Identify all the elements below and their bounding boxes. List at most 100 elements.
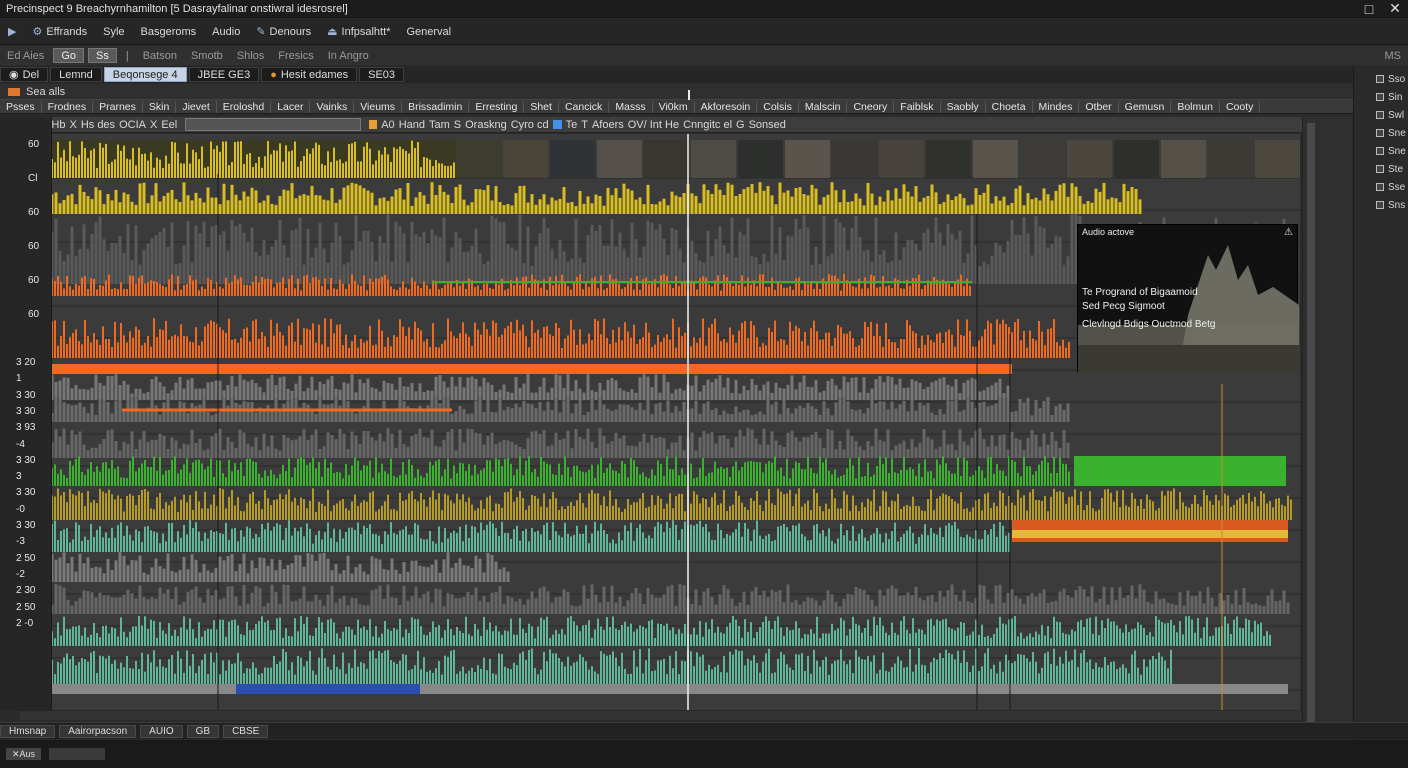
toolbar2-item-2[interactable]: Beqonsege 4 (103, 67, 187, 82)
yellow-clip-stripe[interactable] (1012, 530, 1288, 538)
track-right-0[interactable]: Te (566, 119, 578, 131)
checkbox-icon[interactable] (1376, 93, 1384, 101)
checkbox-icon[interactable] (1376, 183, 1384, 191)
right-panel-item-4[interactable]: Sne (1354, 142, 1408, 160)
toolbar-item-6[interactable]: Shlos (230, 50, 272, 62)
track-mid-2[interactable]: Tam (429, 119, 450, 131)
checkbox-icon[interactable] (1376, 111, 1384, 119)
video-thumbnail-7[interactable] (785, 140, 830, 178)
scroll-thumb[interactable] (1307, 123, 1315, 723)
status-item-1[interactable]: Aairorpacson (59, 724, 137, 738)
menu-item-6[interactable]: ⏏ Infpsalhtt* (319, 25, 398, 39)
orange-region[interactable] (52, 364, 1012, 374)
video-thumbnail-14[interactable] (1114, 140, 1159, 178)
timeline-area[interactable] (52, 134, 1300, 710)
checkbox-icon[interactable] (1376, 201, 1384, 209)
playhead-marker[interactable] (688, 90, 690, 100)
maximize-icon[interactable]: □ (1356, 0, 1382, 17)
video-thumbnail-4[interactable] (644, 140, 689, 178)
menu-item-5[interactable]: ✎ Denours (248, 25, 319, 39)
toolbar-item-4[interactable]: Batson (136, 50, 184, 62)
toolbar2-item-3[interactable]: JBEE GE3 (188, 67, 260, 82)
column-22[interactable]: Mindes (1033, 100, 1080, 113)
column-2[interactable]: Prarnes (93, 100, 143, 113)
column-1[interactable]: Frodnes (42, 100, 94, 113)
column-23[interactable]: Otber (1079, 100, 1119, 113)
gray-audio-track-2[interactable] (52, 374, 1010, 400)
track-path-input[interactable] (185, 118, 362, 131)
track-mid-3[interactable]: S (454, 119, 461, 131)
right-panel-item-6[interactable]: Sse (1354, 178, 1408, 196)
toolbar2-item-4[interactable]: ● Hesit edames (261, 67, 358, 82)
status-item-3[interactable]: GB (186, 724, 220, 738)
track-mid-5[interactable]: Cyro cd (511, 119, 549, 131)
bottom-button[interactable]: ✕ Aus (6, 748, 42, 760)
video-thumbnail-6[interactable] (738, 140, 783, 178)
blue-clip-block[interactable] (236, 684, 420, 694)
toolbar2-item-1[interactable]: Lemnd (50, 67, 102, 82)
bottom-field[interactable] (49, 748, 106, 760)
video-thumbnail-9[interactable] (879, 140, 924, 178)
video-thumbnail-15[interactable] (1161, 140, 1206, 178)
track-control-2[interactable]: X (69, 119, 76, 131)
menu-item-7[interactable]: Generval (398, 26, 459, 38)
toolbar-item-3[interactable]: | (119, 50, 136, 62)
toolbar2-item-0[interactable]: ◉ Del (0, 67, 49, 82)
close-icon[interactable]: ✕ (1382, 0, 1408, 17)
menu-item-1[interactable]: ⚙ Effrands (24, 25, 95, 39)
column-3[interactable]: Skin (143, 100, 177, 113)
green-audio-track[interactable] (52, 456, 1070, 486)
column-7[interactable]: Vainks (310, 100, 355, 113)
right-panel-item-7[interactable]: Sns (1354, 196, 1408, 214)
toolbar2-item-5[interactable]: SE03 (359, 67, 405, 82)
column-17[interactable]: Malscin (799, 100, 848, 113)
track-right-5[interactable]: G (736, 119, 745, 131)
column-11[interactable]: Shet (524, 100, 559, 113)
teal-audio-track-1[interactable] (52, 520, 1010, 552)
video-thumbnail-5[interactable] (691, 140, 736, 178)
column-26[interactable]: Cooty (1220, 100, 1261, 113)
menu-item-0[interactable]: ▶ (0, 25, 24, 38)
column-15[interactable]: Akforesoin (695, 100, 758, 113)
status-item-4[interactable]: CBSE (223, 724, 269, 738)
track-right-3[interactable]: OV/ Int He (628, 119, 679, 131)
toolbar-item-5[interactable]: Smotb (184, 50, 230, 62)
toolbar-item-8[interactable]: In Angro (321, 50, 376, 62)
green-clip-block[interactable] (1074, 456, 1286, 486)
olive-audio-track[interactable] (52, 488, 1292, 520)
track-mid-1[interactable]: Hand (399, 119, 425, 131)
checkbox-icon[interactable] (1376, 129, 1384, 137)
video-thumbnail-0[interactable] (456, 140, 501, 178)
menu-item-4[interactable]: Audio (204, 26, 248, 38)
column-14[interactable]: Vi0km (653, 100, 695, 113)
column-9[interactable]: Brissadimin (402, 100, 470, 113)
column-25[interactable]: Bolmun (1171, 100, 1220, 113)
column-0[interactable]: Psses (0, 100, 42, 113)
column-13[interactable]: Masss (609, 100, 653, 113)
track-right-2[interactable]: Afoers (592, 119, 624, 131)
status-item-0[interactable]: Hmsnap (0, 724, 56, 738)
video-thumbnail-3[interactable] (597, 140, 642, 178)
column-18[interactable]: Cneory (847, 100, 895, 113)
column-19[interactable]: Faiblsk (894, 100, 941, 113)
gray-audio-track-4[interactable] (52, 428, 1070, 458)
track-right-4[interactable]: Cnngitc el (683, 119, 732, 131)
video-thumbnail-11[interactable] (973, 140, 1018, 178)
column-10[interactable]: Erresting (469, 100, 525, 113)
video-thumbnail-16[interactable] (1208, 140, 1253, 178)
checkbox-icon[interactable] (1376, 75, 1384, 83)
toolbar-item-2[interactable]: Ss (88, 48, 117, 63)
gray-audio-track-5[interactable] (52, 552, 510, 582)
menu-item-2[interactable]: Syle (95, 26, 132, 38)
checkbox-icon[interactable] (1376, 147, 1384, 155)
video-thumbnail-8[interactable] (832, 140, 877, 178)
right-panel-item-0[interactable]: Sso (1354, 70, 1408, 88)
video-thumbnail-2[interactable] (550, 140, 595, 178)
track-control-1[interactable]: Hb (51, 119, 65, 131)
video-thumbnail-13[interactable] (1067, 140, 1112, 178)
video-thumbnail-12[interactable] (1020, 140, 1065, 178)
toolbar-item-0[interactable]: Ed Aies (0, 50, 51, 62)
horizontal-scrollbar[interactable] (20, 711, 1302, 720)
vertical-scrollbar[interactable] (1302, 117, 1352, 737)
right-panel-item-3[interactable]: Sne (1354, 124, 1408, 142)
